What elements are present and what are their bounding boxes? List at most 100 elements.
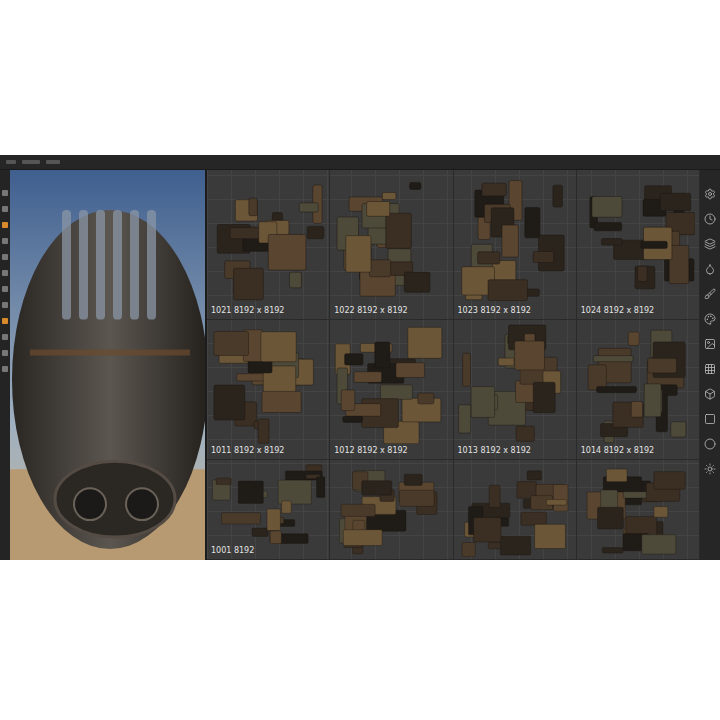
uv-patch (230, 228, 259, 239)
top-margin (0, 0, 720, 155)
tool-icon[interactable] (2, 270, 8, 276)
uv-patch (458, 405, 470, 433)
tile-texture (458, 324, 572, 444)
uv-patch (367, 202, 390, 217)
udim-tile[interactable]: 1022 8192 x 8192 (330, 170, 453, 320)
uv-patch (354, 372, 382, 383)
uv-patch (501, 225, 517, 257)
tile-texture (334, 174, 448, 304)
uv-patch (345, 354, 363, 365)
udim-tile[interactable]: 1012 8192 x 8192 (330, 320, 453, 460)
uv-patch (344, 530, 383, 546)
grid-icon[interactable] (704, 363, 716, 375)
droplet-icon[interactable] (704, 263, 716, 275)
uv-patch (533, 382, 555, 413)
uv-patch (400, 490, 435, 506)
bottom-margin (0, 560, 720, 720)
uv-patch (654, 507, 668, 518)
uv-patch (289, 272, 301, 288)
uv-patch (238, 481, 263, 503)
box-icon[interactable] (704, 388, 716, 400)
uv-patch (637, 266, 647, 281)
tool-strip (0, 170, 10, 560)
udim-tile[interactable]: 1024 8192 x 8192 (577, 170, 700, 320)
app-window: 1021 8192 x 81921022 8192 x 81921023 819… (0, 155, 720, 560)
tool-icon[interactable] (2, 254, 8, 260)
uv-patch (489, 485, 500, 507)
udim-tile[interactable]: 1014 8192 x 8192 (577, 320, 700, 460)
tool-icon[interactable] (2, 334, 8, 340)
uv-patch (644, 384, 661, 417)
tile-label: 1024 8192 x 8192 (581, 304, 695, 317)
uv-patch (261, 332, 296, 362)
tool-icon[interactable] (2, 286, 8, 292)
palette-icon[interactable] (704, 313, 716, 325)
brush-icon[interactable] (704, 288, 716, 300)
uv-patch (404, 474, 422, 485)
menu-mark[interactable] (6, 160, 16, 164)
tool-icon[interactable] (2, 222, 8, 228)
menu-mark[interactable] (22, 160, 40, 164)
uv-patch (234, 268, 264, 299)
uv-patch (498, 358, 514, 366)
udim-tile[interactable]: 1021 8192 x 8192 (207, 170, 330, 320)
uv-patch (418, 393, 434, 404)
uv-patch (346, 236, 371, 273)
udim-tile[interactable]: 1011 8192 x 8192 (207, 320, 330, 460)
viewport-render[interactable] (10, 170, 205, 560)
menu-mark[interactable] (46, 160, 60, 164)
udim-tile[interactable]: 1013 8192 x 8192 (454, 320, 577, 460)
tool-icon[interactable] (2, 190, 8, 196)
tile-texture (211, 174, 325, 304)
settings-icon[interactable] (704, 188, 716, 200)
tile-label: 1012 8192 x 8192 (334, 444, 448, 457)
tile-texture (334, 324, 448, 444)
udim-tile[interactable] (454, 460, 577, 560)
uv-patch (488, 280, 527, 301)
uv-patch (375, 342, 390, 368)
uv-patch (606, 469, 627, 482)
uv-patch (516, 426, 534, 441)
uv-patch (386, 213, 412, 248)
uv-patch (631, 401, 642, 417)
udim-tile[interactable] (330, 460, 453, 560)
image-icon[interactable] (704, 338, 716, 350)
uv-view: 1021 8192 x 81921022 8192 x 81921023 819… (207, 170, 700, 560)
uv-patch (214, 385, 245, 420)
uv-patch (408, 327, 442, 358)
history-icon[interactable] (704, 213, 716, 225)
uv-patch (317, 477, 325, 498)
udim-tile[interactable]: 1001 8192 (207, 460, 330, 560)
udim-tile[interactable] (577, 460, 700, 560)
udim-tile[interactable]: 1023 8192 x 8192 (454, 170, 577, 320)
tile-label: 1014 8192 x 8192 (581, 444, 695, 457)
uv-patch (552, 185, 562, 207)
uv-patch (597, 507, 623, 529)
tool-icon[interactable] (2, 350, 8, 356)
workspace: 1021 8192 x 81921022 8192 x 81921023 819… (0, 170, 720, 560)
right-toolbar (700, 170, 720, 560)
square-icon[interactable] (704, 413, 716, 425)
uv-patch (641, 241, 667, 248)
uv-patch (477, 252, 499, 264)
tile-texture (581, 324, 695, 444)
uv-patch (268, 234, 306, 270)
tile-label: 1011 8192 x 8192 (211, 444, 325, 457)
circle-icon[interactable] (704, 438, 716, 450)
tile-texture (211, 464, 325, 544)
viewport (10, 170, 207, 560)
tile-label: 1001 8192 (211, 544, 325, 557)
tool-icon[interactable] (2, 238, 8, 244)
uv-patch (462, 353, 470, 386)
tool-icon[interactable] (2, 366, 8, 372)
tool-icon[interactable] (2, 302, 8, 308)
light-icon[interactable] (704, 463, 716, 475)
layers-icon[interactable] (704, 238, 716, 250)
tile-texture (581, 464, 695, 557)
tile-texture (334, 464, 448, 557)
tile-texture (211, 324, 325, 444)
tile-texture (458, 174, 572, 304)
tool-icon[interactable] (2, 318, 8, 324)
uv-patch (671, 422, 686, 437)
tool-icon[interactable] (2, 206, 8, 212)
